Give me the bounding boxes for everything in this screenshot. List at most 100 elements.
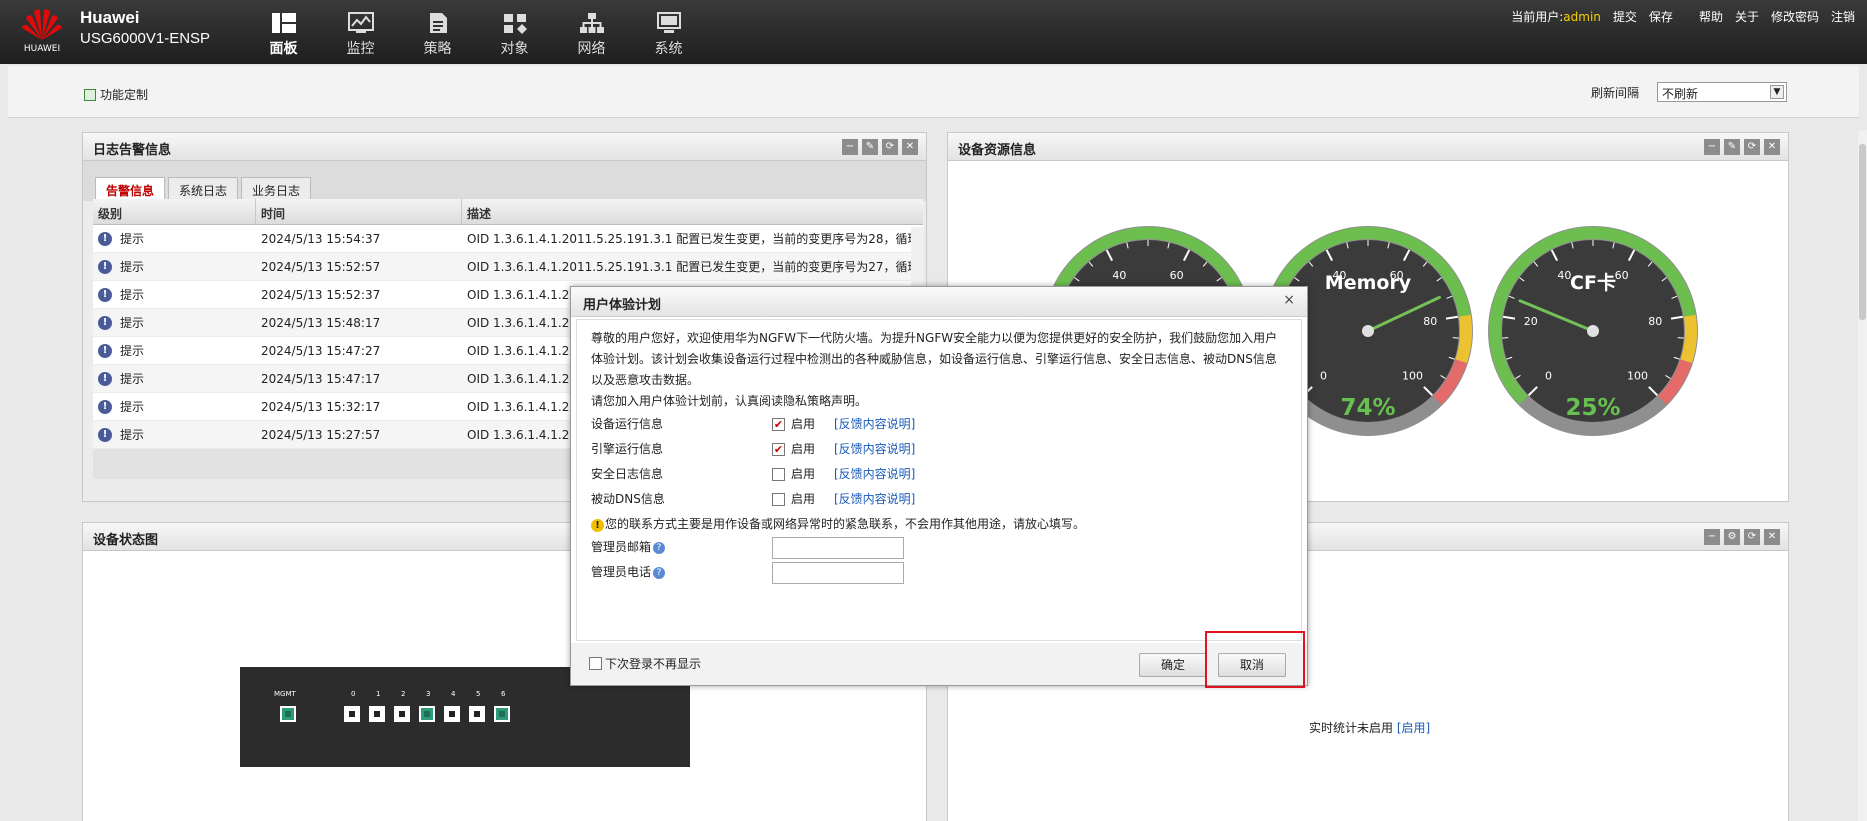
device-model: USG6000V1-ENSP	[80, 30, 211, 47]
option-checkbox[interactable]: ✔	[772, 418, 785, 431]
dont-show-again[interactable]: 下次登录不再显示	[589, 655, 701, 672]
feedback-info-link[interactable]: [反馈内容说明]	[834, 464, 915, 485]
row-time: 2024/5/13 15:48:17	[261, 315, 381, 330]
refresh-control: 刷新间隔 不刷新 ▼	[1591, 82, 1787, 102]
enable-stats-link[interactable]: [启用]	[1397, 721, 1430, 735]
about-link[interactable]: 关于	[1735, 8, 1759, 25]
column-time[interactable]: 时间	[256, 199, 462, 224]
feedback-info-link[interactable]: [反馈内容说明]	[834, 414, 915, 435]
info-icon: !	[98, 399, 112, 414]
edit-icon[interactable]: ✎	[1724, 139, 1740, 155]
refresh-interval-select[interactable]: 不刷新 ▼	[1657, 82, 1787, 102]
port-label: 3	[426, 690, 431, 698]
feedback-info-link[interactable]: [反馈内容说明]	[834, 489, 915, 510]
gauge-tick-label: 100	[1402, 370, 1423, 383]
nav-object[interactable]: 对象	[476, 12, 553, 58]
info-icon: !	[98, 259, 112, 274]
page-scrollbar[interactable]	[1858, 130, 1867, 821]
help-link[interactable]: 帮助	[1699, 8, 1723, 25]
option-label: 安全日志信息	[591, 467, 664, 481]
phone-label-text: 管理员电话	[591, 565, 652, 579]
minimize-icon[interactable]: −	[1704, 529, 1720, 545]
feedback-info-link[interactable]: [反馈内容说明]	[834, 439, 915, 460]
policy-icon	[429, 13, 447, 33]
gauge-tick-label: 0	[1320, 370, 1327, 383]
column-level[interactable]: 级别	[93, 199, 256, 224]
port-5[interactable]	[469, 706, 485, 722]
panel-tools: − ✎ ⟳ ✕	[1704, 139, 1780, 155]
logout-link[interactable]: 注销	[1831, 8, 1855, 25]
info-icon: !	[98, 343, 112, 358]
port-4[interactable]	[444, 706, 460, 722]
system-icon	[656, 12, 681, 33]
submit-link[interactable]: 提交	[1613, 8, 1637, 25]
help-icon[interactable]: ?	[653, 566, 666, 579]
option-label: 被动DNS信息	[591, 492, 665, 506]
row-time: 2024/5/13 15:32:17	[261, 399, 381, 414]
scrollbar-thumb[interactable]	[1859, 144, 1866, 320]
panel-title: 设备状态图	[93, 533, 159, 548]
dont-show-checkbox[interactable]	[589, 657, 602, 670]
admin-phone-input[interactable]	[772, 562, 904, 584]
change-password-link[interactable]: 修改密码	[1771, 8, 1819, 25]
panel-title: 设备资源信息	[958, 143, 1037, 158]
panel-title: 日志告警信息	[93, 143, 172, 158]
gauge-pivot	[1362, 325, 1374, 337]
intro-text: 尊敬的用户您好，欢迎使用华为NGFW下一代防火墙。为提升NGFW安全能力以便为您…	[591, 331, 1278, 387]
tab-alarm[interactable]: 告警信息	[95, 177, 166, 200]
port-label: 4	[451, 690, 456, 698]
close-icon[interactable]: ×	[1283, 292, 1295, 308]
port-0[interactable]	[344, 706, 360, 722]
refresh-icon[interactable]: ⟳	[882, 139, 898, 155]
gear-icon[interactable]: ⚙	[1724, 529, 1740, 545]
nav-policy[interactable]: 策略	[399, 12, 476, 58]
port-6[interactable]	[494, 706, 510, 722]
refresh-icon[interactable]: ⟳	[1744, 529, 1760, 545]
warning-icon: !	[591, 519, 604, 532]
port-3[interactable]	[419, 706, 435, 722]
minimize-icon[interactable]: −	[842, 139, 858, 155]
tab-system-log[interactable]: 系统日志	[168, 177, 239, 200]
nav-label: 监控	[346, 41, 375, 57]
nav-label: 策略	[423, 41, 452, 57]
nav-dashboard[interactable]: 面板	[245, 12, 322, 58]
brand-name: Huawei	[80, 8, 140, 27]
close-icon[interactable]: ✕	[1764, 529, 1780, 545]
close-icon[interactable]: ✕	[1764, 139, 1780, 155]
help-icon[interactable]: ?	[653, 541, 666, 554]
tab-business-log[interactable]: 业务日志	[241, 177, 312, 200]
panel-header: 设备资源信息 − ✎ ⟳ ✕	[948, 133, 1788, 161]
custom-feature-label: 功能定制	[100, 88, 149, 102]
mgmt-port[interactable]	[280, 706, 296, 722]
row-level: 提示	[120, 344, 145, 358]
option-checkbox[interactable]	[772, 468, 785, 481]
admin-email-input[interactable]	[772, 537, 904, 559]
option-checkbox[interactable]: ✔	[772, 443, 785, 456]
column-description[interactable]: 描述	[462, 199, 923, 224]
ok-button[interactable]: 确定	[1139, 653, 1207, 677]
gauge-tick-label: 80	[1648, 315, 1662, 328]
port-1[interactable]	[369, 706, 385, 722]
row-level: 提示	[120, 372, 145, 386]
edit-icon[interactable]: ✎	[862, 139, 878, 155]
table-row[interactable]: ! 提示 2024/5/13 15:52:57 OID 1.3.6.1.4.1.201…	[93, 253, 923, 281]
refresh-value: 不刷新	[1662, 87, 1699, 101]
refresh-icon[interactable]: ⟳	[1744, 139, 1760, 155]
port-label: 5	[476, 690, 481, 698]
nav-network[interactable]: 网络	[553, 12, 630, 58]
minimize-icon[interactable]: −	[1704, 139, 1720, 155]
table-row[interactable]: ! 提示 2024/5/13 15:54:37 OID 1.3.6.1.4.1.201…	[93, 225, 923, 253]
custom-feature-button[interactable]: 功能定制	[84, 86, 148, 103]
row-level: 提示	[120, 400, 145, 414]
gauge-pivot	[1587, 325, 1599, 337]
nav-system[interactable]: 系统	[630, 12, 707, 58]
dont-show-label: 下次登录不再显示	[605, 657, 702, 671]
port-2[interactable]	[394, 706, 410, 722]
save-link[interactable]: 保存	[1649, 8, 1673, 25]
option-checkbox[interactable]	[772, 493, 785, 506]
gauge-title: Memory	[1325, 272, 1412, 294]
gauge-tick-label: 20	[1524, 315, 1538, 328]
nav-monitor[interactable]: 监控	[322, 12, 399, 58]
row-time: 2024/5/13 15:47:27	[261, 343, 381, 358]
close-icon[interactable]: ✕	[902, 139, 918, 155]
